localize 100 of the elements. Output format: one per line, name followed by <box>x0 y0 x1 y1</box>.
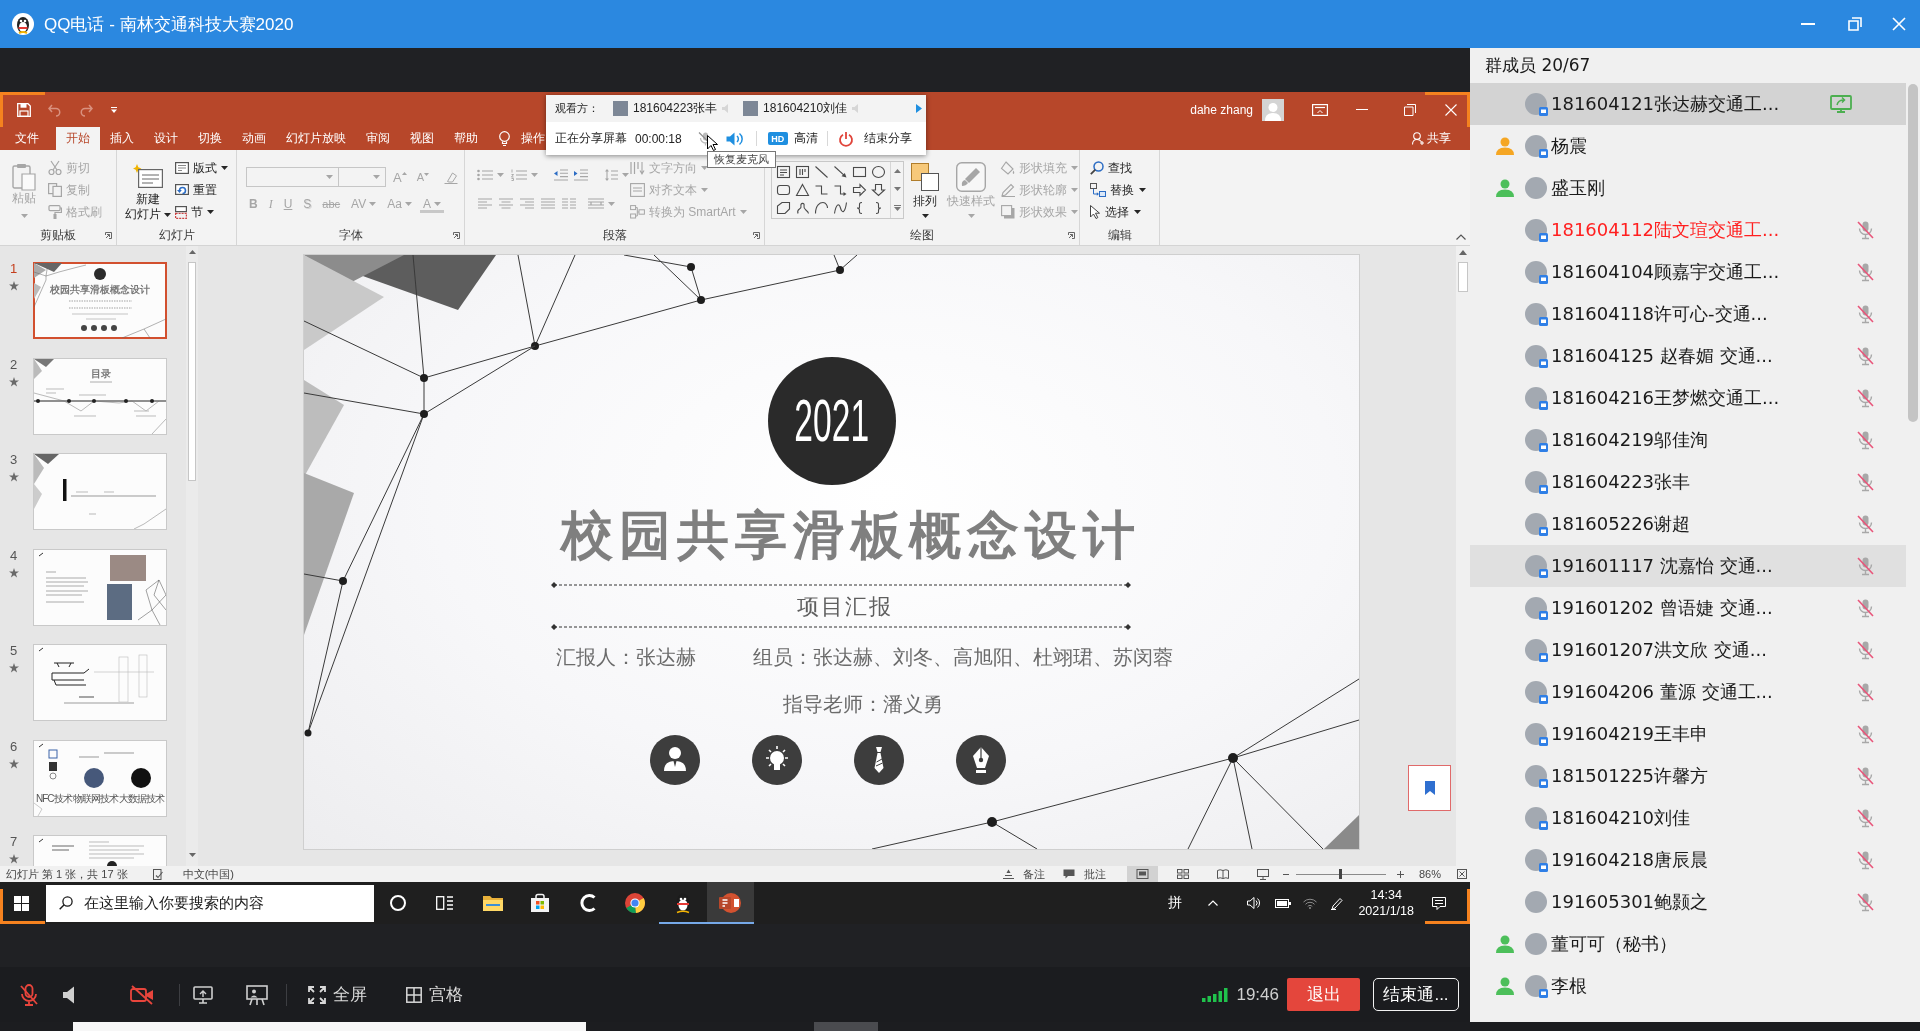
zoom-level[interactable]: 86% <box>1418 868 1441 880</box>
dialog-launcher-icon[interactable] <box>105 232 112 239</box>
avatar-icon[interactable] <box>1262 98 1284 121</box>
scroll-down-icon[interactable] <box>188 853 196 857</box>
member-item[interactable]: 杨震 <box>1470 125 1906 167</box>
notes-button[interactable]: 备注 <box>1002 866 1045 882</box>
member-item[interactable]: 181501225许馨方 <box>1470 755 1906 797</box>
speaker-icon[interactable] <box>63 985 75 1004</box>
left-brace-icon[interactable] <box>856 202 863 214</box>
font-size-field[interactable] <box>339 167 386 187</box>
slide-thumbnail[interactable] <box>33 262 167 339</box>
ribbon-tab[interactable]: 设计 <box>144 127 188 150</box>
member-item[interactable]: 191605301鲍颢之 <box>1470 881 1906 923</box>
projector-screen-icon[interactable] <box>1256 868 1269 880</box>
normal-view-icon[interactable] <box>1127 866 1159 882</box>
ribbon-tab[interactable]: 视图 <box>400 127 444 150</box>
member-item[interactable]: 191604218唐辰晨 <box>1470 839 1906 881</box>
dialog-launcher-icon[interactable] <box>1068 232 1075 239</box>
wifi-icon[interactable] <box>1303 897 1318 909</box>
windows-logo-icon[interactable] <box>14 895 29 911</box>
tricolor-ring-icon[interactable] <box>625 893 646 913</box>
decrease-indent-icon[interactable] <box>554 169 568 181</box>
slide-thumbnail[interactable] <box>33 357 167 435</box>
chevron-up-icon[interactable] <box>1208 900 1219 906</box>
freeform-icon[interactable] <box>777 202 790 214</box>
member-item[interactable]: 191601117 沈嘉怡 交通... <box>1470 545 1906 587</box>
line-icon[interactable] <box>815 166 828 178</box>
ring-icon[interactable] <box>389 895 406 911</box>
scrollbar-thumb[interactable] <box>188 262 196 481</box>
taskbar-button[interactable] <box>706 882 754 924</box>
elbow-connector-icon[interactable] <box>815 184 828 196</box>
stop-sharing-button[interactable]: 结束分享 <box>838 131 912 146</box>
member-item[interactable]: 181604125 赵春媚 交通... <box>1470 335 1906 377</box>
scrollbar-thumb[interactable] <box>1458 262 1468 292</box>
text-box-icon[interactable] <box>777 166 790 178</box>
scribble-icon[interactable] <box>796 202 809 214</box>
shopping-bag-icon[interactable] <box>531 894 550 912</box>
arrange-button[interactable]: 排列 <box>911 163 939 223</box>
member-item[interactable]: 181605226谢超 <box>1470 503 1906 545</box>
scroll-up-icon[interactable] <box>893 169 901 173</box>
more-icon[interactable] <box>893 205 901 211</box>
bookmark-button[interactable] <box>1408 765 1451 811</box>
member-item[interactable]: 181604210刘佳 <box>1470 797 1906 839</box>
language-indicator[interactable]: 中文(中国) <box>182 866 234 882</box>
ribbon-tab[interactable]: 开始 <box>56 127 100 150</box>
battery-icon[interactable] <box>1275 898 1292 908</box>
member-item[interactable]: 盛玉刚 <box>1470 167 1906 209</box>
scroll-up-icon[interactable] <box>1459 250 1467 255</box>
dialog-launcher-icon[interactable] <box>753 232 760 239</box>
ribbon-tab[interactable]: 帮助 <box>444 127 488 150</box>
member-item[interactable]: 李根 <box>1470 965 1906 1007</box>
search-field[interactable]: 在这里输入你要搜索的内容 <box>46 884 374 922</box>
member-item[interactable]: 181604219邬佳洵 <box>1470 419 1906 461</box>
member-item[interactable]: 董可可（秘书） <box>1470 923 1906 965</box>
member-item[interactable]: 191604219王丰申 <box>1470 713 1906 755</box>
tell-me-search[interactable]: 操作 <box>499 127 545 150</box>
reset-button[interactable]: 重置 <box>175 182 217 198</box>
close-icon[interactable] <box>1892 17 1906 31</box>
ribbon-tab[interactable]: 动画 <box>232 127 276 150</box>
ribbon-tab[interactable]: 文件 <box>5 127 49 150</box>
member-item[interactable]: 181604118许可心-交通... <box>1470 293 1906 335</box>
speaker-icon[interactable] <box>1247 897 1260 909</box>
member-item[interactable]: 181604223张丰 <box>1470 461 1906 503</box>
notification-icon[interactable] <box>1432 896 1446 910</box>
ribbon-tab[interactable]: 切换 <box>188 127 232 150</box>
slide-thumbnail[interactable] <box>33 453 167 530</box>
camera-off-icon[interactable] <box>130 984 154 1005</box>
scrollbar-thumb[interactable] <box>1908 84 1918 422</box>
fit-to-window-icon[interactable] <box>1457 869 1467 879</box>
customize-caret-icon[interactable] <box>111 106 117 113</box>
replace-button[interactable]: 替换 <box>1090 182 1146 198</box>
zoom-in-icon[interactable] <box>1396 870 1404 878</box>
share-button[interactable]: 共享 <box>1412 127 1451 150</box>
input-method-indicator[interactable]: 拼 <box>1168 894 1183 912</box>
section-button[interactable]: 节 <box>175 204 214 220</box>
zoom-slider-thumb[interactable] <box>1339 869 1343 879</box>
pen-icon[interactable] <box>1331 896 1344 910</box>
scroll-down-icon[interactable] <box>893 187 901 191</box>
member-item[interactable]: 191601202 曾语婕 交通... <box>1470 587 1906 629</box>
folder-icon[interactable] <box>482 895 503 911</box>
curve-icon[interactable] <box>834 202 847 214</box>
arc-icon[interactable] <box>815 202 828 214</box>
collapse-ribbon-icon[interactable] <box>1456 234 1466 240</box>
expand-arrow-icon[interactable] <box>916 104 922 113</box>
member-item[interactable]: 191601207洪文欣 交通... <box>1470 629 1906 671</box>
task-view-icon[interactable] <box>436 896 455 910</box>
elbow-arrow-icon[interactable] <box>834 184 847 196</box>
member-item[interactable]: 181604104顾嘉宇交通工... <box>1470 251 1906 293</box>
grid-view-button[interactable]: 宫格 <box>406 983 463 1006</box>
arrow-icon[interactable] <box>834 166 847 178</box>
select-button[interactable]: 选择 <box>1090 204 1141 220</box>
vertical-text-box-icon[interactable] <box>796 166 809 178</box>
screen-share-icon[interactable] <box>193 985 213 1004</box>
rectangle-icon[interactable] <box>853 166 866 178</box>
member-item[interactable]: 181604216王梦燃交通工... <box>1470 377 1906 419</box>
slide-thumbnail[interactable] <box>33 739 167 817</box>
oval-icon[interactable] <box>872 166 885 178</box>
new-slide-button[interactable]: 新建 幻灯片 <box>125 164 171 223</box>
document-check-icon[interactable] <box>152 868 163 880</box>
save-icon[interactable] <box>17 102 31 117</box>
